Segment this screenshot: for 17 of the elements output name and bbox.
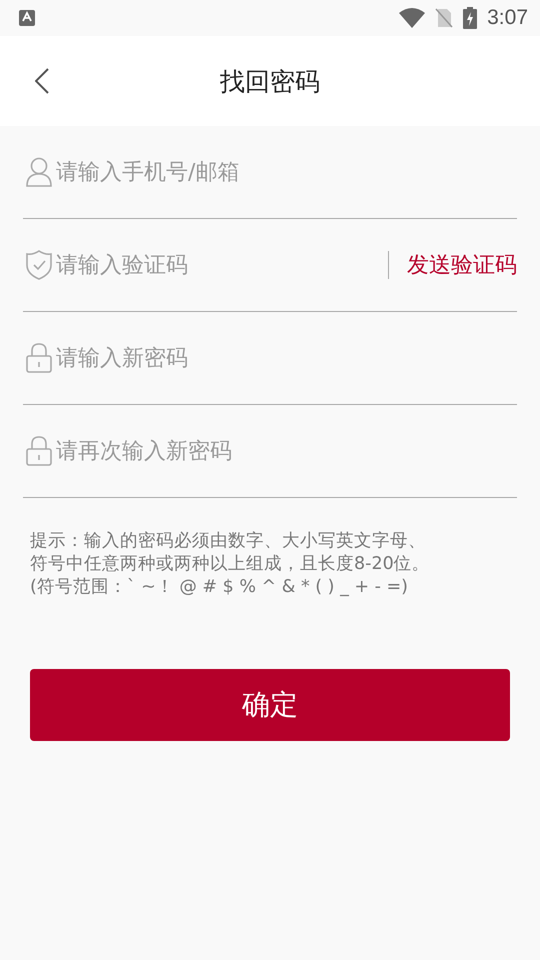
status-time: 3:07	[487, 6, 528, 30]
lock-icon	[26, 343, 52, 373]
wifi-icon	[399, 8, 426, 28]
input-field[interactable]: 请输入手机号/邮箱	[56, 156, 517, 188]
input-field[interactable]: 请再次输入新密码	[56, 434, 517, 468]
keyboard-icon	[19, 10, 35, 26]
shield-check-icon	[26, 250, 52, 280]
input-field[interactable]: 请输入新密码	[56, 342, 517, 374]
no-sim-icon	[435, 8, 454, 28]
person-icon	[26, 157, 52, 187]
send-code-link[interactable]: 发送验证码	[407, 250, 517, 280]
page-title: 找回密码	[220, 66, 320, 98]
password-hint: 提示：输入的密码必须由数字、大小写英文字母、 符号中任意两种或两种以上组成，且长度8-20位。 (符号范围：` ~！ @ # $ % ^ & * ( ) _ + - =)	[30, 530, 431, 599]
battery-charging-icon	[463, 7, 478, 29]
input-field[interactable]: 请输入验证码	[56, 248, 384, 282]
lock-icon	[26, 436, 52, 466]
confirm-button[interactable]: 确定	[30, 669, 510, 741]
